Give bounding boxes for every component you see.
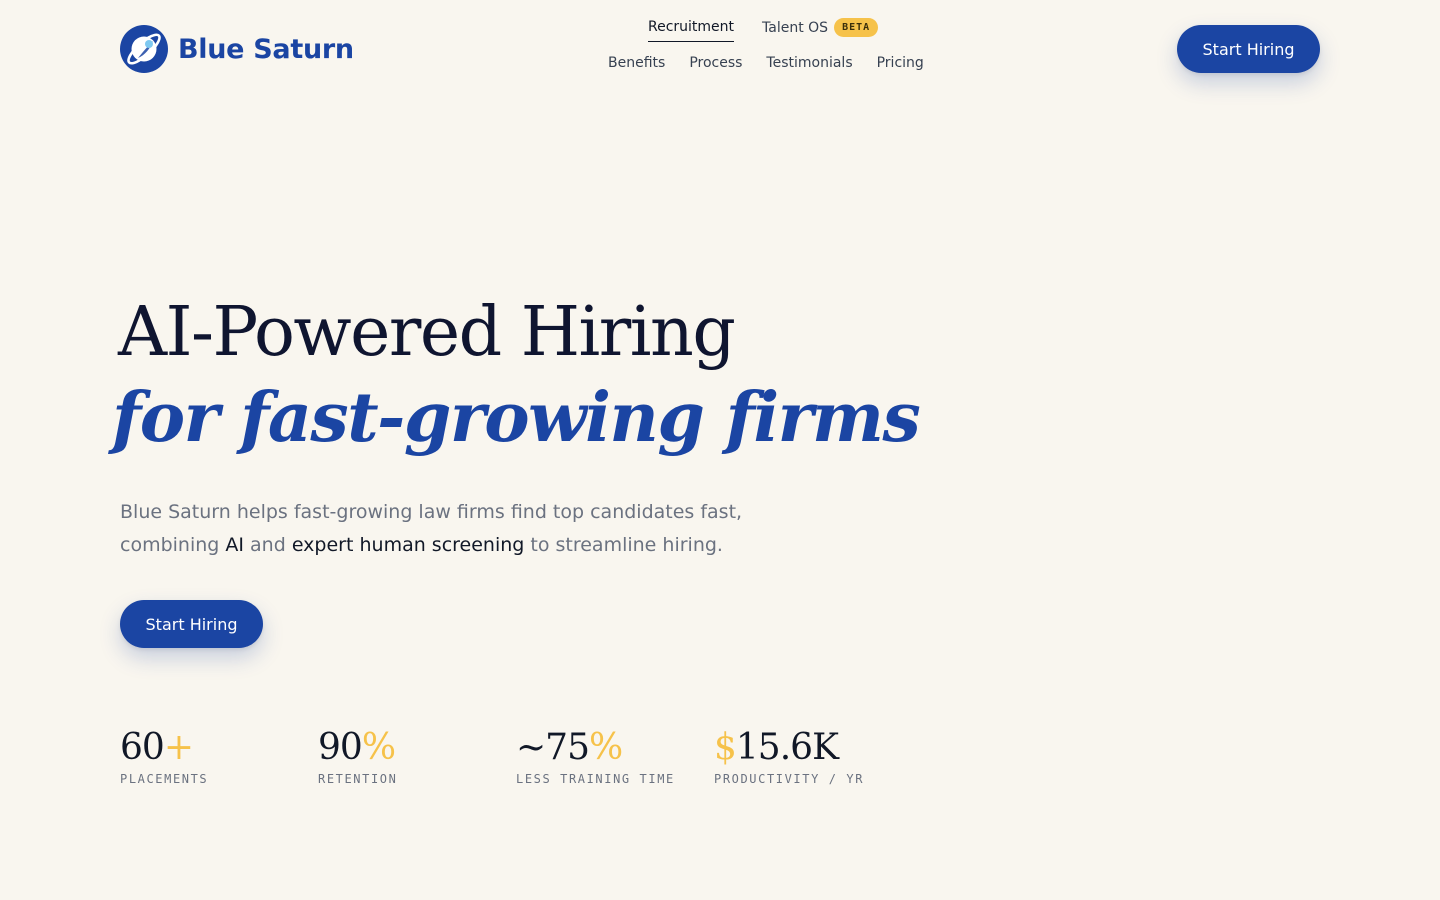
nav-link-pricing[interactable]: Pricing (877, 55, 924, 71)
stat-label: PRODUCTIVITY / YR (714, 772, 865, 786)
tab-talent-os-label: Talent OS (762, 19, 829, 36)
stat-value: 60+ (120, 726, 208, 770)
saturn-logo-icon (120, 25, 168, 73)
stat-number: 15.6K (735, 727, 839, 768)
stat-number: 90 (318, 727, 363, 768)
stat-placements: 60+ PLACEMENTS (120, 726, 208, 786)
stat-suffix: % (588, 727, 623, 768)
section-nav: Benefits Process Testimonials Pricing (608, 55, 924, 71)
hero-desc-part2: and (244, 534, 292, 556)
hero-subtitle: for fast-growing firms (112, 378, 921, 458)
stat-training-time: ~75% LESS TRAINING TIME (516, 726, 675, 786)
stat-prefix: $ (714, 727, 737, 768)
nav-link-benefits[interactable]: Benefits (608, 55, 665, 71)
stat-value: 90% (318, 726, 397, 770)
hero-title: AI-Powered Hiring (118, 293, 736, 372)
stat-value: $15.6K (714, 726, 864, 770)
stat-suffix: + (163, 727, 194, 768)
stat-number: 60 (120, 727, 165, 768)
stat-label: PLACEMENTS (120, 772, 209, 786)
brand-name: Blue Saturn (178, 33, 354, 65)
stat-retention: 90% RETENTION (318, 726, 397, 786)
hero-desc-screening: expert human screening (291, 534, 525, 556)
tab-recruitment[interactable]: Recruitment (648, 15, 735, 42)
stat-suffix: % (361, 727, 396, 768)
start-hiring-header-button[interactable]: Start Hiring (1177, 25, 1320, 73)
stat-label: RETENTION (318, 772, 398, 786)
hero-desc-part3: to streamline hiring. (524, 534, 723, 556)
nav-link-process[interactable]: Process (689, 55, 742, 71)
stat-value: ~75% (516, 726, 675, 770)
hero-desc-ai: AI (225, 534, 244, 556)
tab-recruitment-label: Recruitment (648, 19, 735, 35)
brand-logo[interactable]: Blue Saturn (120, 25, 354, 73)
hero-description: Blue Saturn helps fast-growing law firms… (120, 496, 780, 562)
beta-badge: BETA (834, 18, 879, 37)
product-switcher: Recruitment Talent OS BETA (648, 14, 879, 43)
nav-link-testimonials[interactable]: Testimonials (766, 55, 852, 71)
tab-talent-os[interactable]: Talent OS BETA (762, 14, 879, 43)
stat-productivity: $15.6K PRODUCTIVITY / YR (714, 726, 864, 786)
stat-label: LESS TRAINING TIME (516, 772, 675, 786)
stat-number: ~75 (516, 727, 590, 768)
start-hiring-hero-button[interactable]: Start Hiring (120, 600, 263, 648)
